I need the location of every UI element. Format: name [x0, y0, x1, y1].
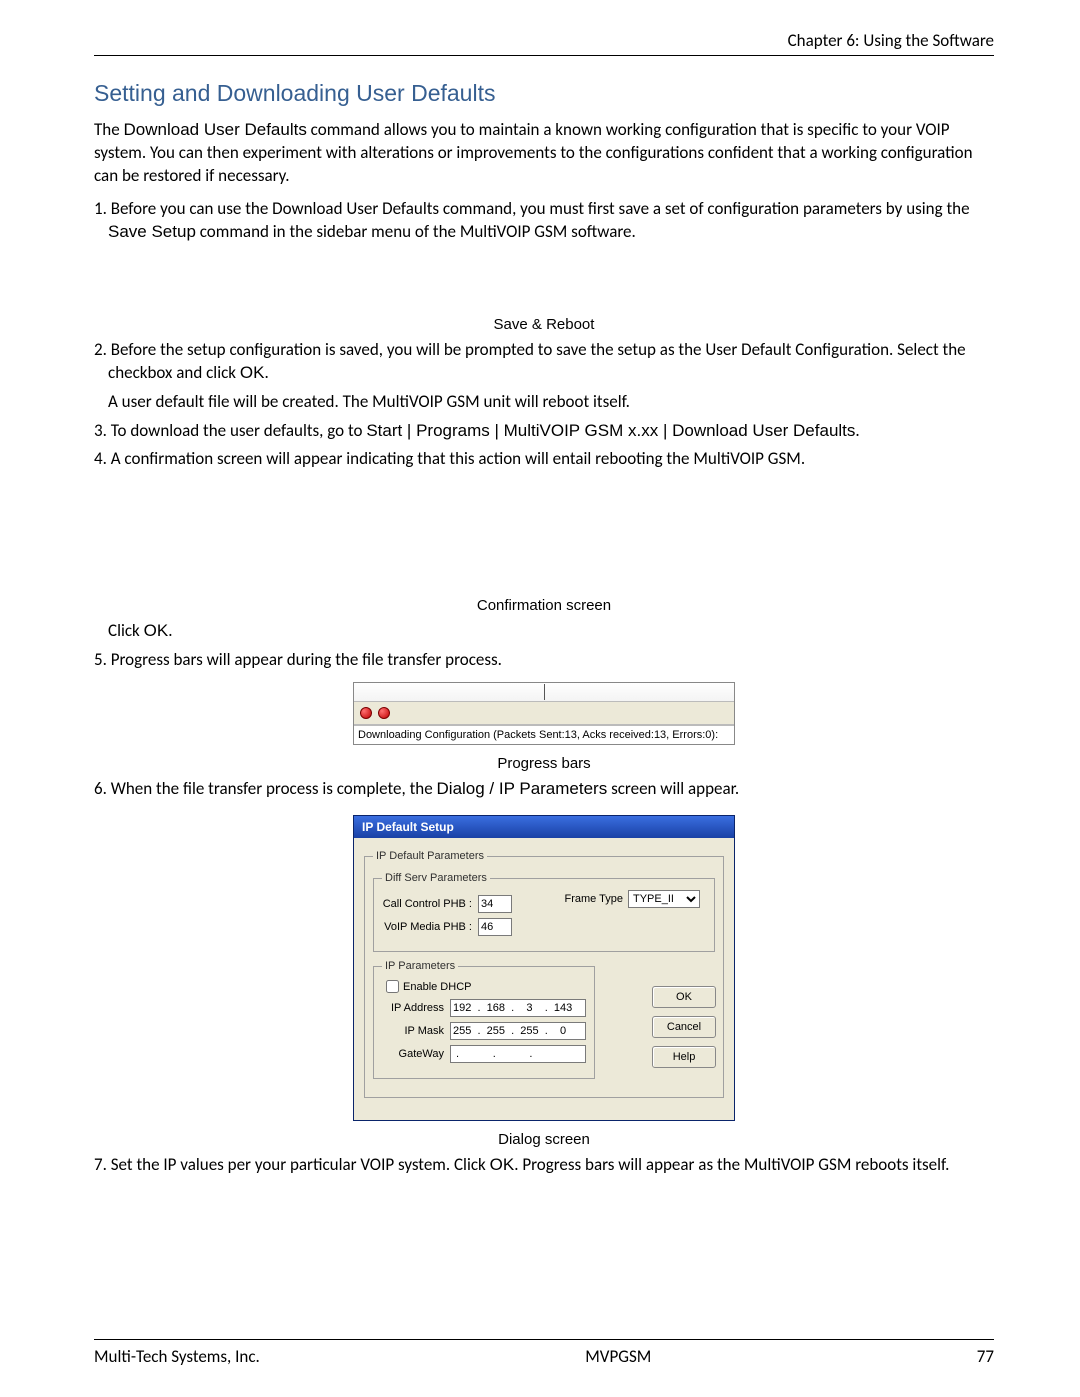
step-5: 5. Progress bars will appear during the … [108, 649, 994, 672]
step-2-note: A user default file will be created. The… [108, 391, 994, 414]
frame-type-label: Frame Type [565, 893, 624, 905]
ip-mask-label: IP Mask [382, 1025, 444, 1037]
intro-command: Download User Defaults [124, 120, 307, 139]
step-3-a: 3. To download the user defaults, go to [94, 420, 366, 441]
footer-company: Multi-Tech Systems, Inc. [94, 1346, 260, 1367]
section-heading: Setting and Downloading User Defaults [94, 80, 994, 107]
help-button[interactable]: Help [652, 1046, 716, 1068]
progress-track [354, 683, 734, 702]
footer-product: MVPGSM [585, 1346, 651, 1367]
header-rule [94, 55, 994, 56]
group-diff-serv: Diff Serv Parameters Call Control PHB : … [373, 872, 715, 952]
footer-rule [94, 1339, 994, 1340]
ip-default-setup-dialog: IP Default Setup IP Default Parameters D… [353, 815, 735, 1121]
caption-confirm: Confirmation screen [94, 597, 994, 614]
ip-address-input[interactable] [450, 999, 586, 1017]
click-text: Click [108, 620, 144, 641]
progress-figure: Downloading Configuration (Packets Sent:… [353, 682, 735, 745]
step-4: 4. A confirmation screen will appear ind… [108, 448, 994, 471]
ip-mask-input[interactable] [450, 1022, 586, 1040]
step-3-b: . [855, 420, 859, 441]
legend-ip-default: IP Default Parameters [373, 850, 487, 862]
step-1: 1. Before you can use the Download User … [108, 198, 994, 244]
gateway-label: GateWay [382, 1048, 444, 1060]
step-3: 3. To download the user defaults, go to … [108, 420, 994, 443]
intro-paragraph: The Download User Defaults command allow… [94, 119, 994, 188]
ok-text-1: OK [240, 363, 265, 382]
record-icon-2 [378, 707, 390, 719]
ok-text-2: OK [144, 621, 169, 640]
click-ok-line: Click OK. [108, 620, 994, 643]
progress-toolbar [354, 702, 734, 725]
enable-dhcp-checkbox[interactable] [386, 980, 399, 993]
dialog-titlebar: IP Default Setup [354, 816, 734, 838]
group-ip-parameters: IP Parameters Enable DHCP IP Address IP … [373, 960, 595, 1079]
step-7: 7. Set the IP values per your particular… [108, 1154, 994, 1177]
step-6-a: 6. When the file transfer process is com… [94, 778, 437, 799]
caption-dialog: Dialog screen [94, 1131, 994, 1148]
call-phb-input[interactable] [478, 895, 512, 913]
legend-ip-parameters: IP Parameters [382, 960, 458, 972]
enable-dhcp-label: Enable DHCP [403, 981, 471, 993]
voip-phb-label: VoIP Media PHB : [382, 921, 472, 933]
step-2-b: . [264, 362, 268, 383]
ok-text-3: OK [490, 1155, 515, 1174]
step-6-c: screen will appear. [607, 778, 739, 799]
caption-save-reboot: Save & Reboot [94, 316, 994, 333]
step-1-a: 1. Before you can use the Download User … [94, 198, 970, 219]
caption-progress: Progress bars [94, 755, 994, 772]
step-1-c: command in the sidebar menu of the Multi… [196, 221, 636, 242]
progress-status-text: Downloading Configuration (Packets Sent:… [354, 725, 734, 744]
gateway-input[interactable] [450, 1045, 586, 1063]
frame-type-select[interactable]: TYPE_II [628, 890, 700, 908]
ip-address-label: IP Address [382, 1002, 444, 1014]
step-6: 6. When the file transfer process is com… [108, 778, 994, 801]
step-7-a: 7. Set the IP values per your particular… [94, 1154, 490, 1175]
dialog-ip-params: Dialog / IP Parameters [437, 779, 608, 798]
legend-diff-serv: Diff Serv Parameters [382, 872, 490, 884]
step-7-b: . Progress bars will appear as the Multi… [514, 1154, 949, 1175]
step-2: 2. Before the setup configuration is sav… [108, 339, 994, 385]
chapter-header: Chapter 6: Using the Software [94, 30, 994, 51]
footer-page-number: 77 [977, 1346, 994, 1367]
figure-gap-2 [94, 477, 994, 587]
save-setup-cmd: Save Setup [108, 222, 196, 241]
ok-button[interactable]: OK [652, 986, 716, 1008]
figure-gap-1 [94, 250, 994, 306]
intro-prefix: The [94, 119, 124, 140]
step-2-a: 2. Before the setup configuration is sav… [94, 339, 966, 383]
menu-path: Start | Programs | MultiVOIP GSM x.xx | … [366, 421, 855, 440]
call-phb-label: Call Control PHB : [382, 898, 472, 910]
period-1: . [168, 620, 172, 641]
progress-tick-icon [544, 684, 545, 700]
voip-phb-input[interactable] [478, 918, 512, 936]
cancel-button[interactable]: Cancel [652, 1016, 716, 1038]
page-footer: Multi-Tech Systems, Inc. MVPGSM 77 [94, 1333, 994, 1367]
record-icon [360, 707, 372, 719]
